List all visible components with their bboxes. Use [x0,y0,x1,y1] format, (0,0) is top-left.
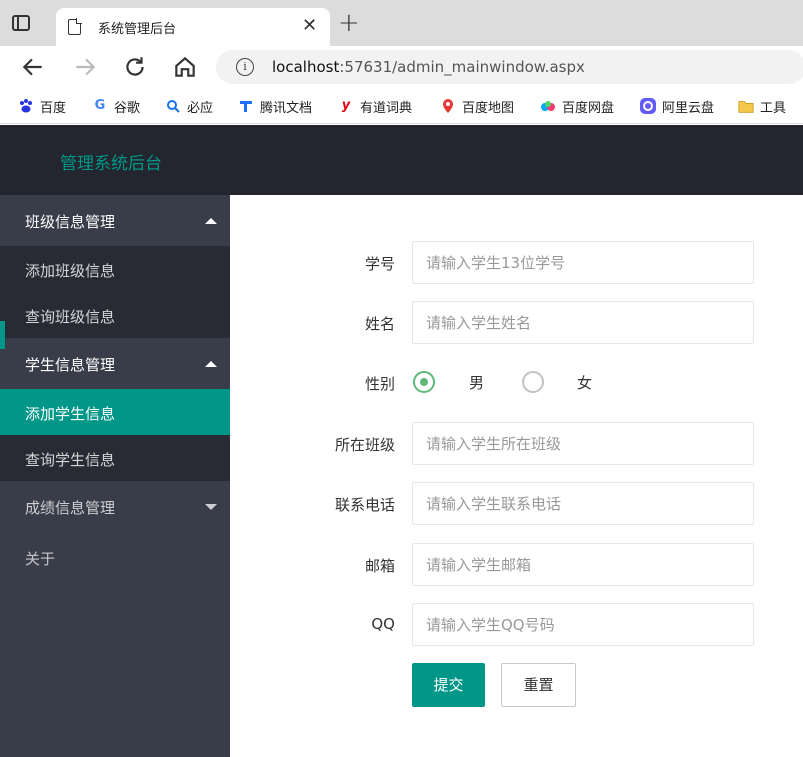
nav-item-add-student[interactable]: 添加学生信息 [0,389,230,435]
baidu-paw-icon [18,98,34,114]
gender-female-radio[interactable] [522,371,544,393]
nav-group-score-info[interactable]: 成绩信息管理 [0,481,230,532]
new-tab-icon[interactable]: + [338,10,360,36]
gender-female-label[interactable]: 女 [577,372,592,393]
youdao-icon: y [341,98,351,113]
gender-male-label[interactable]: 男 [469,372,484,393]
google-g-icon: G [94,98,106,113]
nav-item-add-class[interactable]: 添加班级信息 [0,246,230,292]
form-row-email: 邮箱 [230,543,803,587]
bookmark-baidu-pan[interactable]: 百度网盘 [540,96,614,116]
name-input[interactable] [412,301,754,344]
form-row-qq: QQ [230,603,803,647]
folder-icon [738,98,754,114]
form-row-student-id: 学号 [230,241,803,285]
cloud-drive-icon [540,98,556,114]
gender-label: 性别 [364,375,395,393]
add-student-form: 学号 姓名 性别 男 女 所在班级 联系电话 邮箱 QQ 提交 重置 [230,195,803,757]
class-label: 所在班级 [334,436,395,454]
reload-icon[interactable] [122,54,148,80]
phone-input[interactable] [412,482,754,525]
home-icon[interactable] [172,54,198,80]
reset-button[interactable]: 重置 [501,663,576,707]
back-arrow-icon[interactable] [20,54,46,80]
sidebar-nav: 班级信息管理 添加班级信息 查询班级信息 学生信息管理 添加学生信息 查询学生信… [0,195,230,757]
map-pin-icon [440,98,456,114]
bookmarks-bar: 百度 G 谷歌 必应 腾讯文档 y 有道词典 百度地图 百度网盘 阿里云盘 工具 [0,88,803,124]
nav-item-label: 添加班级信息 [25,262,116,280]
nav-item-label: 查询班级信息 [25,308,116,326]
form-row-gender: 性别 男 女 [230,367,803,411]
nav-group-label: 班级信息管理 [25,213,116,231]
browser-tab[interactable]: 系统管理后台 ✕ [56,8,330,46]
nav-group-label: 学生信息管理 [25,356,116,374]
address-bar[interactable]: i localhost:57631/admin_mainwindow.aspx [216,50,803,84]
phone-label: 联系电话 [334,496,395,514]
form-row-phone: 联系电话 [230,482,803,526]
nav-item-query-student[interactable]: 查询学生信息 [0,435,230,481]
browser-toolbar: i localhost:57631/admin_mainwindow.aspx [0,46,803,88]
close-tab-icon[interactable]: ✕ [302,16,317,36]
caret-up-icon [205,361,217,367]
qq-input[interactable] [412,603,754,646]
tencent-docs-icon [238,98,254,114]
url-text: localhost:57631/admin_mainwindow.aspx [272,58,585,76]
student-id-label: 学号 [364,255,395,273]
student-id-input[interactable] [412,241,754,284]
bing-search-icon [165,98,181,114]
qq-label: QQ [371,615,395,633]
aliyun-drive-icon [640,98,656,114]
bookmark-tencent-docs[interactable]: 腾讯文档 [238,96,312,116]
page-icon [68,18,82,35]
form-row-name: 姓名 [230,301,803,345]
caret-down-icon [205,504,217,510]
browser-tab-strip: 系统管理后台 ✕ + [0,0,803,46]
app-header: 管理系统后台 [0,125,803,195]
nav-item-about[interactable]: 关于 [25,548,55,569]
submit-button[interactable]: 提交 [412,663,485,707]
nav-group-class-info[interactable]: 班级信息管理 [0,195,230,246]
site-info-icon[interactable]: i [236,58,254,76]
caret-up-icon [205,218,217,224]
bookmark-bing[interactable]: 必应 [165,96,213,116]
email-input[interactable] [412,543,754,586]
nav-group-student-info[interactable]: 学生信息管理 [0,338,230,389]
gender-male-radio[interactable] [413,371,435,393]
nav-item-label: 查询学生信息 [25,451,116,469]
bookmark-youdao[interactable]: y 有道词典 [338,96,412,116]
bookmark-aliyun-pan[interactable]: 阿里云盘 [640,96,714,116]
forward-arrow-icon[interactable] [72,54,98,80]
tab-title: 系统管理后台 [98,22,177,37]
tab-actions-icon[interactable] [12,15,30,31]
email-label: 邮箱 [364,557,395,575]
bookmark-tools-folder[interactable]: 工具 [738,96,786,116]
nav-hover-indicator [0,321,5,349]
bookmark-baidu-map[interactable]: 百度地图 [440,96,514,116]
app-logo[interactable]: 管理系统后台 [60,149,162,174]
name-label: 姓名 [364,315,395,333]
nav-item-query-class[interactable]: 查询班级信息 [0,292,230,338]
class-input[interactable] [412,422,754,465]
bookmark-google[interactable]: G 谷歌 [92,96,140,116]
nav-item-label: 添加学生信息 [25,405,116,423]
bookmark-baidu[interactable]: 百度 [18,96,66,116]
nav-group-label: 成绩信息管理 [25,499,116,517]
form-row-class: 所在班级 [230,422,803,466]
